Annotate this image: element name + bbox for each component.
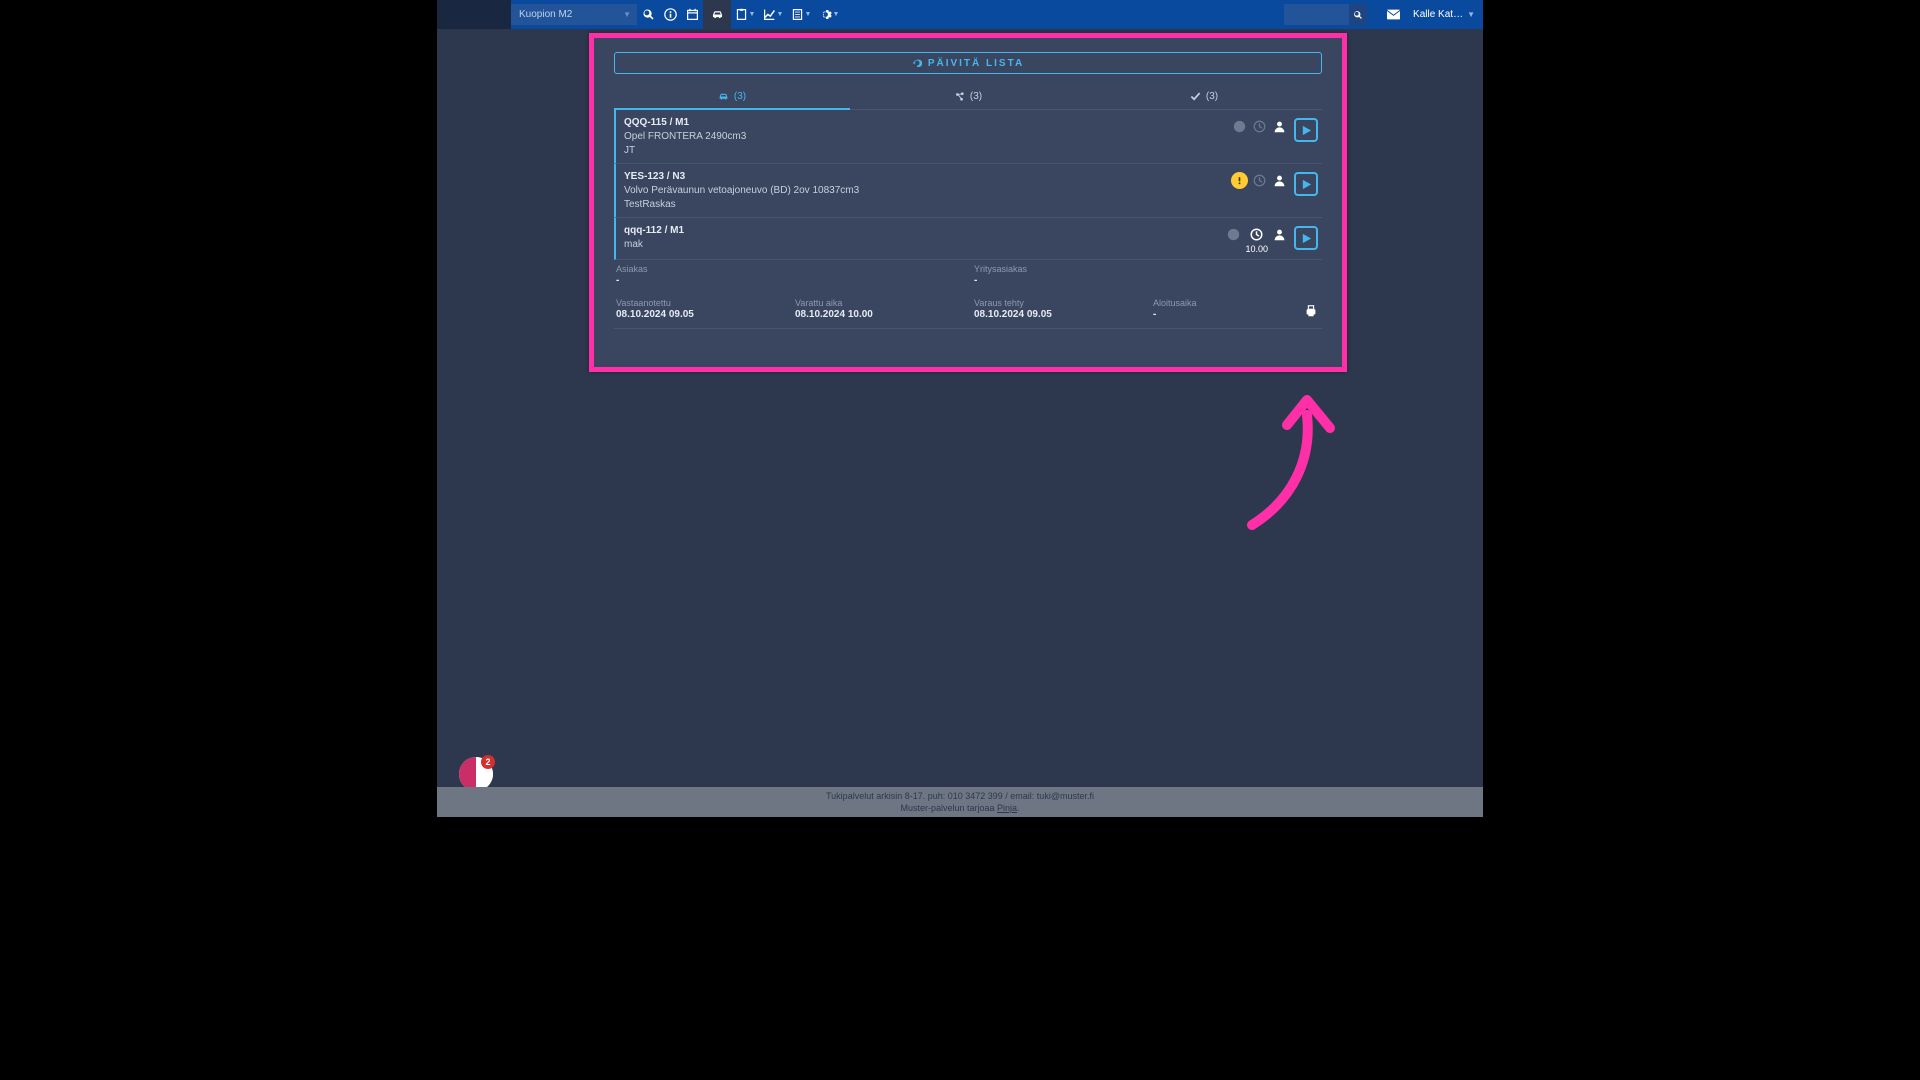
start-button[interactable]	[1294, 118, 1318, 142]
tab-waiting[interactable]: (3)	[614, 84, 850, 109]
label-varaus: Varaus tehty	[974, 298, 1141, 308]
user-icon	[1271, 118, 1288, 135]
queue-row[interactable]: qqq-112 / M1 mak 10.00	[614, 218, 1322, 260]
nav-calendar-button[interactable]	[681, 0, 703, 29]
nav-chart-button[interactable]: ▼	[759, 0, 787, 29]
row-reg: QQQ-115 / M1	[624, 116, 1231, 130]
start-button[interactable]	[1294, 226, 1318, 250]
info-icon	[1231, 172, 1248, 189]
row-owner: mak	[624, 238, 1225, 252]
value-asiakas: -	[616, 275, 962, 286]
refresh-list-button[interactable]: PÄIVITÄ LISTA	[614, 52, 1322, 74]
row-owner: TestRaskas	[624, 198, 1231, 212]
row-reg: qqq-112 / M1	[624, 224, 1225, 238]
tab-count: (3)	[1206, 91, 1218, 102]
chevron-down-icon: ▼	[1467, 10, 1475, 19]
value-vastaanotettu: 08.10.2024 09.05	[616, 309, 783, 320]
refresh-label: PÄIVITÄ LISTA	[928, 58, 1024, 69]
chevron-down-icon: ▼	[749, 11, 756, 18]
user-name: Kalle Kat…	[1413, 9, 1463, 20]
footer-provider-link[interactable]: Pinja	[997, 803, 1017, 813]
notifications-button[interactable]	[459, 757, 493, 791]
chevron-down-icon: ▼	[777, 11, 784, 18]
messages-button[interactable]	[1385, 8, 1401, 21]
chevron-down-icon: ▼	[623, 10, 631, 19]
global-search-button[interactable]	[1349, 4, 1367, 25]
user-icon	[1271, 226, 1288, 243]
nav-info-button[interactable]	[659, 0, 681, 29]
clock-icon	[1251, 172, 1268, 189]
value-yritys: -	[974, 275, 1320, 286]
chevron-down-icon: ▼	[833, 11, 840, 18]
value-varattu: 08.10.2024 10.00	[795, 309, 962, 320]
location-dropdown[interactable]: Kuopion M2 ▼	[511, 4, 637, 25]
app-logo	[437, 0, 511, 29]
tab-inprogress[interactable]: (3)	[850, 84, 1086, 109]
location-value: Kuopion M2	[519, 9, 572, 20]
footer-line2a: Muster-palvelun tarjoaa	[900, 803, 997, 813]
label-varattu: Varattu aika	[795, 298, 962, 308]
tab-count: (3)	[734, 91, 746, 102]
user-menu[interactable]: Kalle Kat… ▼	[1413, 9, 1475, 20]
print-button[interactable]	[1304, 304, 1318, 323]
nav-search-button[interactable]	[637, 0, 659, 29]
row-owner: JT	[624, 144, 1231, 158]
info-icon	[1225, 226, 1242, 243]
clock-icon	[1251, 118, 1268, 135]
user-icon	[1271, 172, 1288, 189]
row-desc: Opel FRONTERA 2490cm3	[624, 130, 1231, 144]
row-reg: YES-123 / N3	[624, 170, 1231, 184]
queue-tabs: (3) (3) (3)	[614, 84, 1322, 110]
queue-row[interactable]: YES-123 / N3 Volvo Perävaunun vetoajoneu…	[614, 164, 1322, 218]
nav-list-button[interactable]: ▼	[787, 0, 815, 29]
global-search-input[interactable]	[1284, 4, 1349, 25]
annotation-arrow-icon	[1237, 390, 1347, 530]
value-varaus: 08.10.2024 09.05	[974, 309, 1141, 320]
row-time: 10.00	[1245, 244, 1268, 254]
top-navbar: Kuopion M2 ▼ ▼ ▼	[437, 0, 1483, 29]
footer-line2c: .	[1017, 803, 1020, 813]
row-details: Asiakas - Yritysasiakas - Vastaanotettu …	[614, 260, 1322, 329]
start-button[interactable]	[1294, 172, 1318, 196]
tab-count: (3)	[970, 91, 982, 102]
page-footer: Tukipalvelut arkisin 8-17. puh: 010 3472…	[437, 787, 1483, 817]
chevron-down-icon: ▼	[805, 11, 812, 18]
value-aloitus: -	[1153, 309, 1320, 320]
row-desc: Volvo Perävaunun vetoajoneuvo (BD) 2ov 1…	[624, 184, 1231, 198]
clock-icon	[1248, 226, 1265, 243]
label-asiakas: Asiakas	[616, 264, 962, 274]
label-yritys: Yritysasiakas	[974, 264, 1320, 274]
work-queue-panel: PÄIVITÄ LISTA (3) (3) (3) Q	[589, 33, 1347, 372]
queue-row[interactable]: QQQ-115 / M1 Opel FRONTERA 2490cm3 JT	[614, 110, 1322, 164]
info-icon	[1231, 118, 1248, 135]
nav-car-button[interactable]	[703, 0, 731, 29]
footer-line1: Tukipalvelut arkisin 8-17. puh: 010 3472…	[437, 790, 1483, 802]
nav-settings-button[interactable]: ▼	[815, 0, 843, 29]
tab-done[interactable]: (3)	[1086, 84, 1322, 109]
label-aloitus: Aloitusaika	[1153, 298, 1320, 308]
nav-clipboard-button[interactable]: ▼	[731, 0, 759, 29]
label-vastaanotettu: Vastaanotettu	[616, 298, 783, 308]
